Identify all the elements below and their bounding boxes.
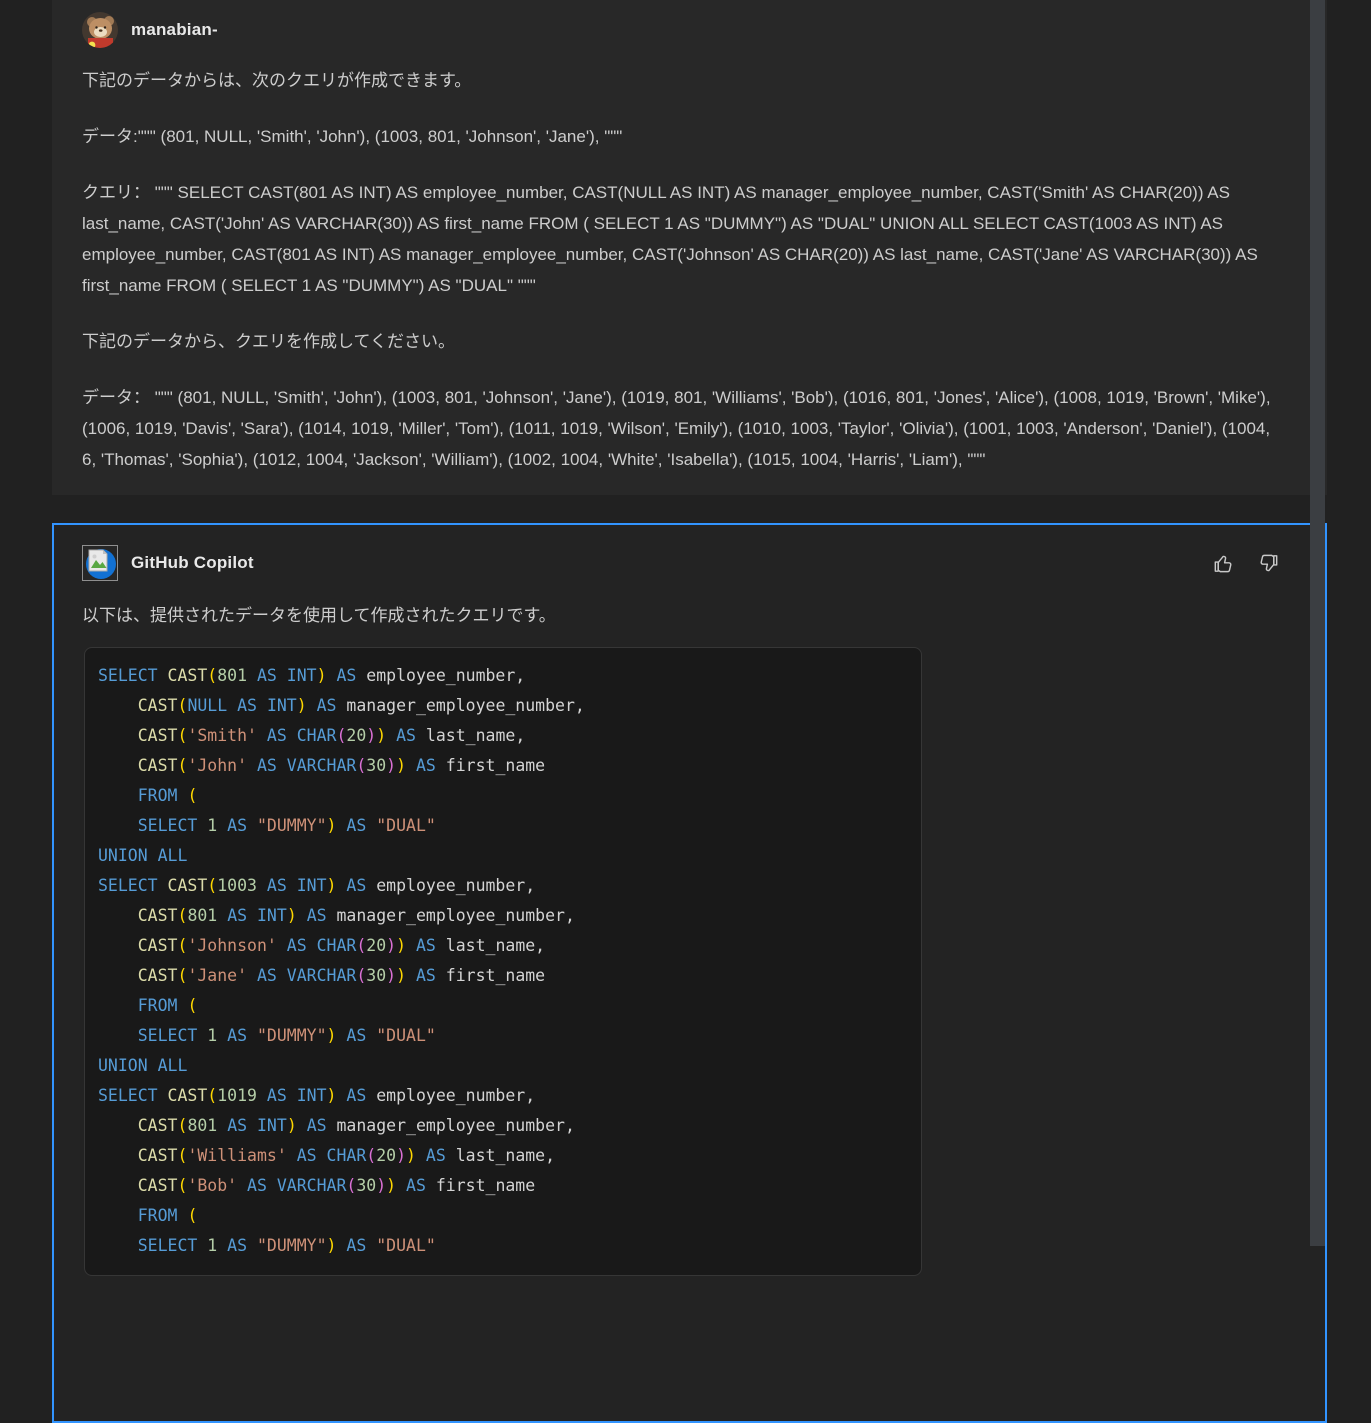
thumbs-down-button[interactable] xyxy=(1256,550,1283,577)
user-author-name: manabian- xyxy=(131,20,218,40)
code-line: CAST('Smith' AS CHAR(20)) AS last_name, xyxy=(98,721,905,751)
feedback-actions xyxy=(1209,550,1283,577)
code-line: SELECT 1 AS "DUMMY") AS "DUAL" xyxy=(98,811,905,841)
code-line: CAST('John' AS VARCHAR(30)) AS first_nam… xyxy=(98,751,905,781)
code-line: CAST(801 AS INT) AS manager_employee_num… xyxy=(98,1111,905,1141)
user-message: manabian- 下記のデータからは、次のクエリが作成できます。 データ:""… xyxy=(52,0,1327,495)
code-line: SELECT CAST(1019 AS INT) AS employee_num… xyxy=(98,1081,905,1111)
user-full-data-text: データ： """ (801, NULL, 'Smith', 'John'), (… xyxy=(82,382,1285,475)
code-line: FROM ( xyxy=(98,991,905,1021)
code-line: SELECT CAST(1003 AS INT) AS employee_num… xyxy=(98,871,905,901)
thumbs-up-icon xyxy=(1211,552,1234,575)
code-line: SELECT CAST(801 AS INT) AS employee_numb… xyxy=(98,661,905,691)
vertical-scrollbar-thumb[interactable] xyxy=(1310,0,1325,1246)
code-line: FROM ( xyxy=(98,781,905,811)
code-line: UNION ALL xyxy=(98,1051,905,1081)
code-line: CAST('Williams' AS CHAR(20)) AS last_nam… xyxy=(98,1141,905,1171)
code-line: CAST('Jane' AS VARCHAR(30)) AS first_nam… xyxy=(98,961,905,991)
user-avatar xyxy=(82,12,118,48)
user-intro-text: 下記のデータからは、次のクエリが作成できます。 xyxy=(82,65,1285,96)
copilot-message: GitHub Copilot 以下は、提供されたデータを使用して作成されたクエリ… xyxy=(52,523,1327,1423)
copilot-author-name: GitHub Copilot xyxy=(131,553,254,573)
code-line: SELECT 1 AS "DUMMY") AS "DUAL" xyxy=(98,1021,905,1051)
user-sample-data-text: データ:""" (801, NULL, 'Smith', 'John'), (1… xyxy=(82,121,1285,152)
copilot-intro-text: 以下は、提供されたデータを使用して作成されたクエリです。 xyxy=(82,600,1283,631)
code-line: CAST(NULL AS INT) AS manager_employee_nu… xyxy=(98,691,905,721)
code-line: UNION ALL xyxy=(98,841,905,871)
user-message-header: manabian- xyxy=(82,12,1285,48)
user-request-text: 下記のデータから、クエリを作成してください。 xyxy=(82,326,1285,357)
thumbs-up-button[interactable] xyxy=(1209,550,1236,577)
code-line: CAST(801 AS INT) AS manager_employee_num… xyxy=(98,901,905,931)
sql-code-block[interactable]: SELECT CAST(801 AS INT) AS employee_numb… xyxy=(84,647,922,1276)
teddy-bear-avatar-image xyxy=(82,12,118,48)
code-line: CAST('Johnson' AS CHAR(20)) AS last_name… xyxy=(98,931,905,961)
code-line: CAST('Bob' AS VARCHAR(30)) AS first_name xyxy=(98,1171,905,1201)
thumbs-down-icon xyxy=(1258,552,1281,575)
code-line: FROM ( xyxy=(98,1201,905,1231)
copilot-avatar xyxy=(82,545,118,581)
copilot-image-file-icon xyxy=(82,545,118,581)
copilot-message-header: GitHub Copilot xyxy=(82,545,1283,581)
code-line: SELECT 1 AS "DUMMY") AS "DUAL" xyxy=(98,1231,905,1261)
user-sample-query-text: クエリ： """ SELECT CAST(801 AS INT) AS empl… xyxy=(82,177,1285,301)
copilot-chat-panel: manabian- 下記のデータからは、次のクエリが作成できます。 データ:""… xyxy=(0,0,1371,1246)
